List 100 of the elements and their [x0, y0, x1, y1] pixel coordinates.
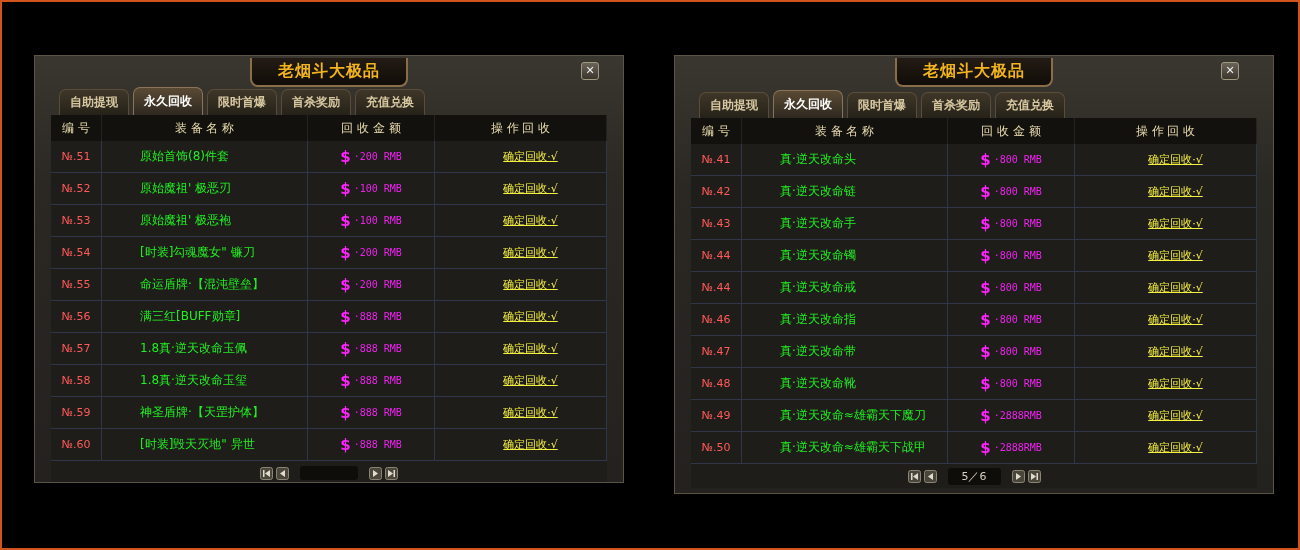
amount: ·800 RMB — [993, 378, 1042, 389]
confirm-link[interactable]: 确定回收·√ — [503, 373, 558, 388]
confirm-link[interactable]: 确定回收·√ — [1148, 408, 1203, 423]
tab[interactable]: 首杀奖励 — [281, 89, 351, 115]
item-name: 1.8真·逆天改命玉佩 — [140, 340, 247, 357]
currency-sign: $ — [980, 278, 991, 297]
last-page-icon[interactable] — [385, 466, 398, 480]
currency-sign: $ — [980, 246, 991, 265]
item-name: 原始魔祖' 极恶袍 — [140, 212, 232, 229]
confirm-link[interactable]: 确定回收·√ — [1148, 440, 1203, 455]
amount: ·200 RMB — [353, 151, 402, 162]
confirm-link[interactable]: 确定回收·√ — [1148, 248, 1203, 263]
item-name: 真·逆天改命带 — [780, 343, 856, 360]
confirm-link[interactable]: 确定回收·√ — [503, 277, 558, 292]
confirm-link[interactable]: 确定回收·√ — [503, 181, 558, 196]
column-header: 装 备 名 称 — [102, 115, 308, 141]
item-name: 1.8真·逆天改命玉玺 — [140, 372, 247, 389]
row-number: №.57 — [61, 342, 91, 355]
confirm-link[interactable]: 确定回收·√ — [503, 437, 558, 452]
item-name: 命运盾牌·【混沌壁垒】 — [140, 276, 264, 293]
currency-sign: $ — [340, 147, 351, 166]
window-title: 老烟斗大极品 — [895, 58, 1053, 87]
column-header: 回 收 金 额 — [948, 118, 1075, 144]
item-name: 真·逆天改命头 — [780, 151, 856, 168]
confirm-link[interactable]: 确定回收·√ — [1148, 344, 1203, 359]
tab[interactable]: 首杀奖励 — [921, 92, 991, 118]
currency-sign: $ — [340, 243, 351, 262]
row-number: №.53 — [61, 214, 91, 227]
amount: ·800 RMB — [993, 186, 1042, 197]
currency-sign: $ — [340, 307, 351, 326]
tab[interactable]: 限时首爆 — [847, 92, 917, 118]
confirm-link[interactable]: 确定回收·√ — [503, 341, 558, 356]
item-name: 真·逆天改命镯 — [780, 247, 856, 264]
tab[interactable]: 充值兑换 — [995, 92, 1065, 118]
confirm-link[interactable]: 确定回收·√ — [503, 245, 558, 260]
row-number: №.44 — [701, 249, 731, 262]
item-name: [时装]勾魂魔女" 镰刀 — [140, 244, 255, 261]
currency-sign: $ — [980, 374, 991, 393]
item-name: 原始首饰(8)件套 — [140, 148, 229, 165]
currency-sign: $ — [980, 214, 991, 233]
amount: ·2888RMB — [993, 442, 1042, 453]
amount: ·888 RMB — [353, 343, 402, 354]
next-page-icon[interactable] — [1011, 469, 1025, 483]
amount: ·100 RMB — [353, 183, 402, 194]
confirm-link[interactable]: 确定回收·√ — [503, 405, 558, 420]
amount: ·2888RMB — [993, 410, 1042, 421]
currency-sign: $ — [980, 342, 991, 361]
item-name: 满三红[BUFF勋章] — [140, 308, 241, 325]
currency-sign: $ — [340, 403, 351, 422]
row-number: №.47 — [701, 345, 731, 358]
amount: ·800 RMB — [993, 282, 1042, 293]
previous-page-icon[interactable] — [923, 469, 937, 483]
currency-sign: $ — [340, 435, 351, 454]
previous-page-icon[interactable] — [276, 466, 289, 480]
row-number: №.44 — [701, 281, 731, 294]
column-header: 编 号 — [51, 115, 102, 141]
confirm-link[interactable]: 确定回收·√ — [503, 309, 558, 324]
amount: ·100 RMB — [353, 215, 402, 226]
item-name: 真·逆天改命≈雄霸天下魔刀 — [780, 407, 926, 424]
first-page-icon[interactable] — [907, 469, 921, 483]
amount: ·800 RMB — [993, 314, 1042, 325]
amount: ·800 RMB — [993, 154, 1042, 165]
amount: ·800 RMB — [993, 218, 1042, 229]
tab[interactable]: 自助提现 — [59, 89, 129, 115]
amount: ·800 RMB — [993, 250, 1042, 261]
tab[interactable]: 永久回收 — [773, 90, 843, 118]
confirm-link[interactable]: 确定回收·√ — [503, 213, 558, 228]
first-page-icon[interactable] — [260, 466, 273, 480]
tab[interactable]: 永久回收 — [133, 87, 203, 115]
confirm-link[interactable]: 确定回收·√ — [1148, 376, 1203, 391]
item-name: 神圣盾牌·【天罡护体】 — [140, 404, 264, 421]
row-number: №.41 — [701, 153, 731, 166]
currency-sign: $ — [340, 211, 351, 230]
amount: ·888 RMB — [353, 407, 402, 418]
confirm-link[interactable]: 确定回收·√ — [1148, 152, 1203, 167]
tab[interactable]: 充值兑换 — [355, 89, 425, 115]
confirm-link[interactable]: 确定回收·√ — [1148, 184, 1203, 199]
item-name: [时装]毁天灭地" 异世 — [140, 436, 255, 453]
confirm-link[interactable]: 确定回收·√ — [1148, 216, 1203, 231]
item-name: 真·逆天改命链 — [780, 183, 856, 200]
last-page-icon[interactable] — [1027, 469, 1041, 483]
column-header: 操 作 回 收 — [1075, 118, 1257, 144]
confirm-link[interactable]: 确定回收·√ — [1148, 280, 1203, 295]
currency-sign: $ — [340, 179, 351, 198]
row-number: №.51 — [61, 150, 91, 163]
close-button[interactable]: ✕ — [581, 62, 599, 80]
tab[interactable]: 限时首爆 — [207, 89, 277, 115]
tab[interactable]: 自助提现 — [699, 92, 769, 118]
close-button[interactable]: ✕ — [1221, 62, 1239, 80]
confirm-link[interactable]: 确定回收·√ — [503, 149, 558, 164]
column-header: 装 备 名 称 — [742, 118, 948, 144]
item-name: 原始魔祖' 极恶刃 — [140, 180, 232, 197]
currency-sign: $ — [340, 371, 351, 390]
row-number: №.60 — [61, 438, 91, 451]
item-name: 真·逆天改命手 — [780, 215, 856, 232]
row-number: №.49 — [701, 409, 731, 422]
window-title: 老烟斗大极品 — [250, 58, 408, 87]
row-number: №.50 — [701, 441, 731, 454]
confirm-link[interactable]: 确定回收·√ — [1148, 312, 1203, 327]
next-page-icon[interactable] — [369, 466, 382, 480]
